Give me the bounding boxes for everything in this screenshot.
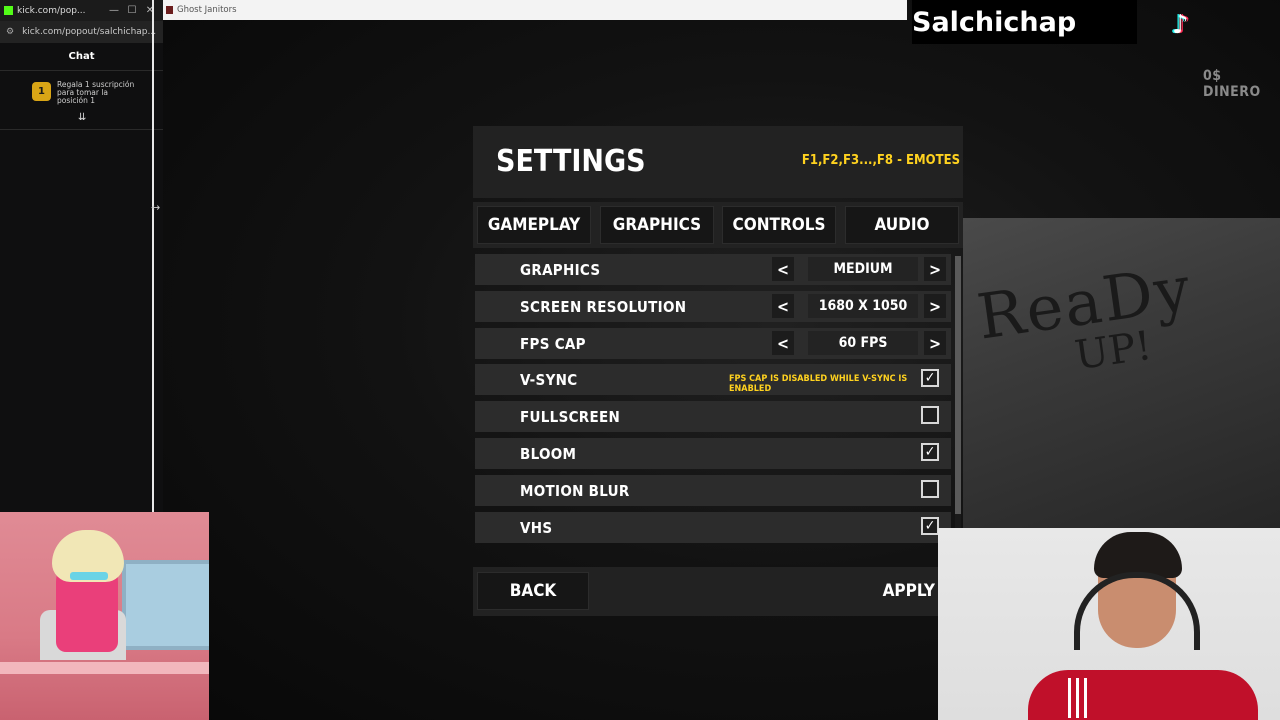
- tiktok-overlay: ♪ Salchichap: [912, 0, 1189, 44]
- kick-logo-icon: [4, 6, 13, 15]
- settings-header: SETTINGS F1,F2,F3...,F8 - EMOTES: [473, 126, 963, 198]
- settings-scrollbar[interactable]: [955, 256, 961, 528]
- setting-label: GRAPHICS: [520, 261, 601, 279]
- tab-graphics[interactable]: GRAPHICS: [600, 206, 714, 244]
- url-bar[interactable]: ⚙ kick.com/popout/salchichap...: [0, 21, 163, 43]
- motion-blur-checkbox[interactable]: [921, 480, 939, 498]
- setting-row-motion-blur: MOTION BLUR: [475, 475, 951, 506]
- game-window-title: Ghost Janitors: [177, 5, 237, 15]
- shirt-stripe: [1068, 678, 1071, 718]
- vhs-checkbox[interactable]: ✓: [921, 517, 939, 535]
- resize-icon[interactable]: ↔: [151, 201, 160, 214]
- avatar-glasses: [70, 572, 108, 580]
- tab-audio[interactable]: AUDIO: [845, 206, 959, 244]
- popout-window-title: kick.com/pop...: [17, 5, 86, 16]
- next-arrow-button[interactable]: >: [924, 331, 946, 355]
- headset-icon: [1074, 572, 1200, 650]
- vsync-checkbox[interactable]: ✓: [921, 369, 939, 387]
- tab-gameplay[interactable]: GAMEPLAY: [477, 206, 591, 244]
- shirt-stripe: [1076, 678, 1079, 718]
- whiteboard-text-2: UP!: [1072, 322, 1155, 380]
- url-text: kick.com/popout/salchichap...: [22, 27, 157, 37]
- close-button[interactable]: ✕: [141, 5, 159, 16]
- emotes-hint: F1,F2,F3...,F8 - EMOTES: [801, 153, 960, 168]
- streamer-shirt: [1028, 670, 1258, 720]
- setting-row-bloom: BLOOM ✓: [475, 438, 951, 469]
- minimize-button[interactable]: —: [105, 5, 123, 16]
- window-divider: [152, 0, 154, 512]
- settings-panel: SETTINGS F1,F2,F3...,F8 - EMOTES GAMEPLA…: [473, 126, 963, 616]
- maximize-button[interactable]: ☐: [123, 5, 141, 16]
- setting-row-graphics: GRAPHICS < MEDIUM >: [475, 254, 951, 285]
- setting-value: 1680 X 1050: [808, 294, 918, 318]
- avatar-webcam: [0, 512, 209, 720]
- game-titlebar: Ghost Janitors: [163, 0, 907, 20]
- setting-row-fps-cap: FPS CAP < 60 FPS >: [475, 328, 951, 359]
- money-counter: 0$ DINERO: [1203, 68, 1261, 100]
- shirt-stripe: [1084, 678, 1087, 718]
- next-arrow-button[interactable]: >: [924, 257, 946, 281]
- chat-header: Chat: [0, 44, 163, 71]
- setting-row-screen-resolution: SCREEN RESOLUTION < 1680 X 1050 >: [475, 291, 951, 322]
- next-arrow-button[interactable]: >: [924, 294, 946, 318]
- avatar-monitor: [122, 560, 209, 650]
- avatar-desk: [0, 662, 209, 674]
- tiktok-logo-icon: ♪: [1172, 10, 1189, 40]
- vsync-note: FPS CAP IS DISABLED WHILE V-SYNC IS ENAB…: [729, 374, 908, 394]
- apply-button[interactable]: APPLY: [883, 581, 935, 601]
- setting-row-fullscreen: FULLSCREEN: [475, 401, 951, 432]
- settings-footer: BACK APPLY: [473, 567, 963, 616]
- fullscreen-checkbox[interactable]: [921, 406, 939, 424]
- game-app-icon: [166, 6, 173, 14]
- prev-arrow-button[interactable]: <: [772, 257, 794, 281]
- site-settings-icon[interactable]: ⚙: [6, 27, 14, 37]
- back-button[interactable]: BACK: [477, 572, 589, 610]
- setting-label: VHS: [520, 519, 553, 537]
- setting-label: FULLSCREEN: [520, 408, 621, 426]
- setting-label: FPS CAP: [520, 335, 586, 353]
- pinned-text: Regala 1 suscripción para tomar la posic…: [57, 80, 135, 105]
- chat-popout-window: kick.com/pop... — ☐ ✕ ⚙ kick.com/popout/…: [0, 0, 163, 512]
- tiktok-username: Salchichap: [912, 6, 1077, 38]
- settings-tabs: GAMEPLAY GRAPHICS CONTROLS AUDIO: [473, 202, 963, 248]
- prev-arrow-button[interactable]: <: [772, 294, 794, 318]
- setting-label: MOTION BLUR: [520, 482, 630, 500]
- setting-row-vhs: VHS ✓: [475, 512, 951, 543]
- setting-label: BLOOM: [520, 445, 577, 463]
- setting-value: 60 FPS: [808, 331, 918, 355]
- bloom-checkbox[interactable]: ✓: [921, 443, 939, 461]
- setting-label: V-SYNC: [520, 371, 578, 389]
- rank-badge: 1: [32, 82, 51, 101]
- whiteboard: ReaDy UP!: [963, 218, 1280, 528]
- chevron-down-icon[interactable]: ⇊: [78, 112, 86, 123]
- setting-value: MEDIUM: [808, 257, 918, 281]
- popout-titlebar: kick.com/pop... — ☐ ✕: [0, 0, 163, 21]
- settings-title: SETTINGS: [496, 144, 646, 179]
- setting-row-v-sync: V-SYNC FPS CAP IS DISABLED WHILE V-SYNC …: [475, 364, 951, 395]
- streamer-webcam: [938, 528, 1280, 720]
- setting-label: SCREEN RESOLUTION: [520, 298, 687, 316]
- prev-arrow-button[interactable]: <: [772, 331, 794, 355]
- scrollbar-thumb[interactable]: [955, 256, 961, 514]
- tab-controls[interactable]: CONTROLS: [722, 206, 836, 244]
